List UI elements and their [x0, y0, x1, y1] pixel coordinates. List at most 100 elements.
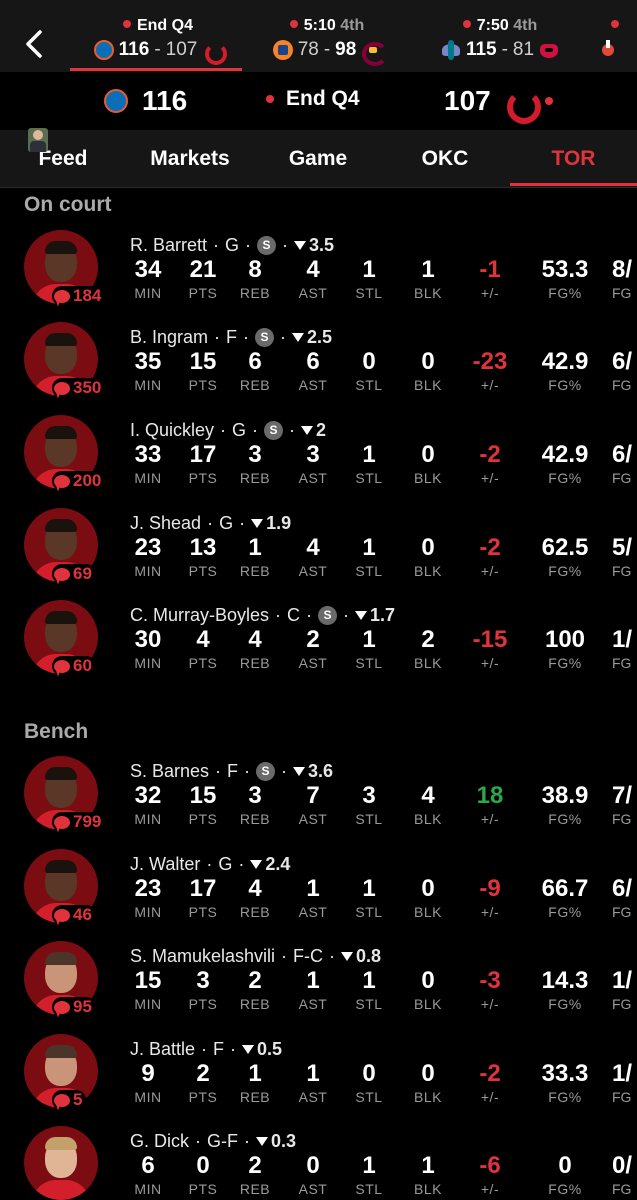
stat-label: FG — [612, 811, 632, 827]
tab-tor[interactable]: TOR — [510, 130, 637, 188]
game-card-nyk-cle[interactable]: 5:10 4th 78-98 — [252, 16, 402, 68]
player-row[interactable]: 46 J. Walter · G · 2.4 23 MIN 17 PTS 4 REB 1 AST 1 STL 0… — [0, 849, 637, 941]
stat-reb: 1 REB — [225, 534, 285, 580]
player-row[interactable]: 69 J. Shead · G · 1.9 23 MIN 13 PTS 1 REB 4 AST 1 STL 0 B… — [0, 508, 637, 600]
game-card-mia[interactable] — [598, 16, 637, 68]
comment-count[interactable]: 799 — [52, 812, 106, 832]
stat-label: STL — [355, 811, 383, 827]
game-status: 5:10 4th — [252, 16, 402, 36]
stat-reb: 2 REB — [225, 1152, 285, 1198]
tab-okc[interactable]: OKC — [392, 130, 498, 188]
stat-label: FG% — [548, 996, 582, 1012]
stat-value: 23 — [134, 534, 162, 561]
comment-count[interactable]: 350 — [52, 378, 106, 398]
separator-dot: · — [213, 234, 220, 255]
player-rating: 3.5 — [294, 235, 334, 256]
back-button[interactable] — [20, 26, 48, 62]
player-row[interactable]: G. Dick · G-F · 0.3 6 MIN 0 PTS 2 REB 0 AST 1 STL 1 BLK -… — [0, 1126, 637, 1200]
stat-value: 6/ — [612, 875, 633, 902]
stat-stl: 1 STL — [339, 875, 399, 921]
rating-triangle-icon — [251, 518, 264, 528]
stat-label: +/- — [480, 1089, 500, 1105]
stat-label: BLK — [414, 1089, 442, 1105]
player-name: I. Quickley — [130, 419, 215, 440]
player-row[interactable]: 200 I. Quickley · G · S · 2 33 MIN 17 PTS 3 REB 3 AST 1 S… — [0, 415, 637, 507]
stat-label: FG — [612, 377, 632, 393]
stat-label: STL — [355, 1181, 383, 1197]
stat-fgp: 42.9 FG% — [535, 348, 595, 394]
active-tab-underline — [510, 183, 637, 186]
player-row[interactable]: 350 B. Ingram · F · S · 2.5 35 MIN 15 PTS 6 REB 6 AST 0 S… — [0, 322, 637, 414]
stat-label: +/- — [480, 285, 500, 301]
player-name: J. Shead — [130, 512, 202, 533]
comment-count[interactable]: 184 — [52, 286, 106, 306]
game-status: End Q4 — [76, 16, 240, 36]
player-name: J. Walter — [130, 853, 201, 874]
home-score: 116 — [142, 85, 188, 116]
stat-value: -2 — [479, 534, 501, 561]
separator-dot: · — [201, 1038, 208, 1059]
stat-value: 5/ — [612, 534, 633, 561]
starter-badge-icon: S — [318, 605, 338, 625]
stat-value: 2 — [248, 1152, 262, 1179]
rating-triangle-icon — [293, 766, 306, 776]
stat-stl: 1 STL — [339, 256, 399, 302]
hair-shape — [45, 426, 77, 439]
stat-value: 1 — [362, 967, 376, 994]
stat-fgp: 0 FG% — [535, 1152, 595, 1198]
separator-dot: · — [238, 853, 245, 874]
player-position: F — [227, 760, 239, 781]
player-row[interactable]: 799 S. Barnes · F · S · 3.6 32 MIN 15 PTS 3 REB 7 AST 3 S… — [0, 756, 637, 848]
hair-shape — [45, 611, 77, 624]
stat-label: FG% — [548, 377, 582, 393]
player-header: S. Mamukelashvili · F-C · 0.8 — [130, 945, 381, 967]
stat-value: 15 — [189, 782, 217, 809]
stat-stl: 1 STL — [339, 967, 399, 1013]
player-row[interactable]: 95 S. Mamukelashvili · F-C · 0.8 15 MIN 3 PTS 2 REB… — [0, 941, 637, 1033]
tab-markets[interactable]: Markets — [130, 130, 250, 188]
game-card-cha-chi[interactable]: 7:50 4th 115-81 — [420, 16, 580, 68]
stat-label: BLK — [414, 904, 442, 920]
comment-count[interactable]: 95 — [52, 997, 96, 1017]
comment-count[interactable]: 60 — [52, 656, 96, 676]
player-header: J. Shead · G · 1.9 — [130, 512, 291, 534]
user-avatar[interactable] — [28, 128, 48, 152]
comment-count[interactable]: 200 — [52, 471, 106, 491]
separator-dot: · — [281, 760, 288, 781]
player-row[interactable]: 5 J. Battle · F · 0.5 9 MIN 2 PTS 1 REB 1 AST 0 STL 0 BLK… — [0, 1034, 637, 1126]
player-row[interactable]: 184 R. Barrett · G · S · 3.5 34 MIN 21 PTS 8 REB 4 AST 1… — [0, 230, 637, 322]
comment-count[interactable]: 69 — [52, 564, 96, 584]
stat-ast: 6 AST — [283, 348, 343, 394]
stat-label: FG — [612, 1181, 632, 1197]
rating-value: 1.9 — [266, 512, 292, 533]
rating-triangle-icon — [341, 951, 354, 961]
stat-label: FG% — [548, 1181, 582, 1197]
stat-label: +/- — [480, 470, 500, 486]
stat-reb: 8 REB — [225, 256, 285, 302]
tab-game[interactable]: Game — [266, 130, 370, 188]
player-rating: 0.8 — [341, 946, 381, 967]
stat-value: 1 — [362, 875, 376, 902]
stat-stl: 0 STL — [339, 348, 399, 394]
stat-label: +/- — [480, 996, 500, 1012]
stat-reb: 2 REB — [225, 967, 285, 1013]
player-row[interactable]: 60 C. Murray-Boyles · C · S · 1.7 30 MIN 4 PTS 4 REB 2… — [0, 600, 637, 692]
hair-shape — [45, 333, 77, 346]
player-name: C. Murray-Boyles — [130, 604, 270, 625]
stat-value: 4 — [196, 626, 210, 653]
stat-value: 23 — [134, 875, 162, 902]
okc-thunder-logo-icon — [104, 89, 128, 113]
stat-value: 0 — [421, 348, 435, 375]
comment-count[interactable]: 46 — [52, 905, 96, 925]
stat-fg: 1/FG — [612, 967, 637, 1013]
stat-label: MIN — [134, 655, 162, 671]
comment-count-value: 60 — [73, 656, 92, 675]
comment-count[interactable]: 5 — [52, 1090, 87, 1110]
stat-label: AST — [298, 655, 328, 671]
section-bench: Bench — [24, 720, 89, 743]
stat-pts: 3 PTS — [173, 967, 233, 1013]
stat-label: FG% — [548, 470, 582, 486]
game-card-okc-tor[interactable]: End Q4 116-107 — [76, 16, 240, 68]
stat-label: MIN — [134, 285, 162, 301]
stat-value: 1 — [248, 534, 262, 561]
